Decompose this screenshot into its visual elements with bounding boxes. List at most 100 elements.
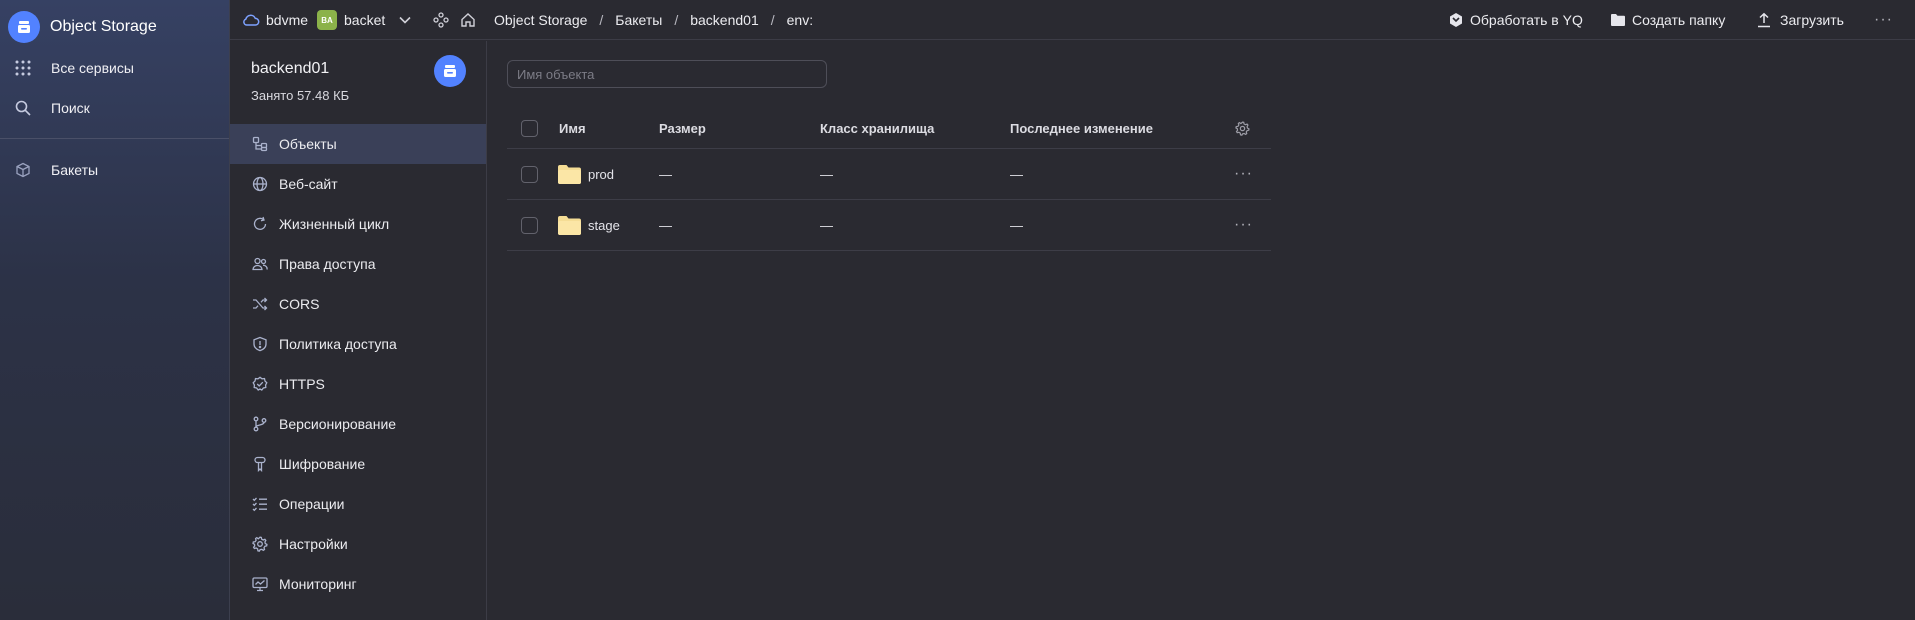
list-check-icon — [251, 495, 269, 513]
upload-icon — [1756, 12, 1772, 28]
cloud-icon — [242, 13, 260, 27]
folder-link[interactable]: stage — [558, 200, 620, 250]
breadcrumb-separator: / — [770, 12, 775, 28]
grid-icon — [14, 59, 32, 77]
folder-icon — [558, 164, 588, 184]
row-actions-button[interactable]: ··· — [1234, 200, 1253, 250]
menu-item-label: CORS — [279, 296, 320, 312]
column-header-size[interactable]: Размер — [659, 109, 706, 148]
branch-icon — [251, 415, 269, 433]
objects-icon — [251, 135, 269, 153]
folder-selector[interactable]: BA backet — [317, 0, 411, 40]
menu-item-operations[interactable]: Операции — [230, 484, 486, 524]
menu-item-label: Права доступа — [279, 256, 376, 272]
nav-divider — [0, 138, 229, 139]
menu-item-label: Настройки — [279, 536, 348, 552]
top-bar: bdvme BA backet Object Storage / Бакеты … — [230, 0, 1915, 40]
menu-item-website[interactable]: Веб-сайт — [230, 164, 486, 204]
column-header-name[interactable]: Имя — [559, 109, 586, 148]
breadcrumb-separator: / — [599, 12, 604, 28]
menu-item-label: Операции — [279, 496, 345, 512]
globe-icon — [251, 175, 269, 193]
menu-item-https[interactable]: HTTPS — [230, 364, 486, 404]
shuffle-icon — [251, 295, 269, 313]
nav-item-all-services[interactable]: Все сервисы — [0, 48, 229, 88]
column-header-storage-class[interactable]: Класс хранилища — [820, 109, 934, 148]
modified-cell: — — [1010, 217, 1023, 233]
row-checkbox[interactable] — [521, 165, 538, 183]
menu-item-cors[interactable]: CORS — [230, 284, 486, 324]
breadcrumb-item-buckets[interactable]: Бакеты — [615, 12, 662, 28]
resource-manager-button[interactable] — [433, 0, 449, 40]
home-icon — [460, 12, 476, 28]
menu-item-label: HTTPS — [279, 376, 325, 392]
menu-item-encryption[interactable]: Шифрование — [230, 444, 486, 484]
size-cell: — — [659, 217, 672, 233]
breadcrumb-item-bucket[interactable]: backend01 — [690, 12, 759, 28]
menu-item-lifecycle[interactable]: Жизненный цикл — [230, 204, 486, 244]
service-title: Object Storage — [50, 18, 157, 35]
more-actions-button[interactable]: ··· — [1874, 0, 1893, 40]
nav-item-buckets[interactable]: Бакеты — [0, 150, 229, 190]
breadcrumb-item-current: env: — [786, 12, 814, 28]
menu-item-label: Версионирование — [279, 416, 397, 432]
nav-item-label: Все сервисы — [51, 60, 134, 76]
bucket-used-space: Занято 57.48 КБ — [251, 88, 350, 103]
row-checkbox[interactable] — [521, 216, 538, 234]
nav-item-label: Поиск — [51, 100, 90, 116]
folder-badge: BA — [317, 10, 337, 30]
objects-content: Имя Размер Класс хранилища Последнее изм… — [487, 41, 1915, 620]
process-in-yq-button[interactable]: Обработать в YQ — [1448, 0, 1583, 40]
menu-item-settings[interactable]: Настройки — [230, 524, 486, 564]
storage-class-cell: — — [820, 166, 833, 182]
menu-item-versioning[interactable]: Версионирование — [230, 404, 486, 444]
objects-table: Имя Размер Класс хранилища Последнее изм… — [507, 109, 1271, 251]
folder-name: backet — [344, 12, 386, 28]
breadcrumb: Object Storage / Бакеты / backend01 / en… — [494, 0, 813, 40]
cloud-name: bdvme — [266, 12, 309, 28]
table-settings-button[interactable] — [1235, 109, 1250, 148]
bucket-sidebar: backend01 Занято 57.48 КБ Объекты Веб-са… — [230, 41, 487, 620]
select-all-checkbox[interactable] — [521, 120, 538, 137]
table-row[interactable]: stage — — — ··· — [507, 200, 1271, 251]
cube-icon — [14, 161, 32, 179]
folder-link[interactable]: prod — [558, 149, 614, 199]
column-header-modified[interactable]: Последнее изменение — [1010, 109, 1153, 148]
upload-button[interactable]: Загрузить — [1756, 0, 1844, 40]
breadcrumb-separator: / — [674, 12, 679, 28]
service-brand[interactable]: Object Storage — [8, 11, 157, 43]
yq-icon — [1448, 12, 1464, 28]
nav-item-search[interactable]: Поиск — [0, 88, 229, 128]
folder-icon — [1610, 13, 1626, 27]
process-in-yq-label: Обработать в YQ — [1470, 12, 1583, 28]
folder-icon — [558, 215, 588, 235]
lifecycle-icon — [251, 215, 269, 233]
table-header: Имя Размер Класс хранилища Последнее изм… — [507, 109, 1271, 149]
shield-icon — [251, 335, 269, 353]
create-folder-button[interactable]: Создать папку — [1610, 0, 1725, 40]
gear-icon — [251, 535, 269, 553]
menu-item-label: Мониторинг — [279, 576, 357, 592]
cloud-selector[interactable]: bdvme — [242, 0, 308, 40]
create-folder-label: Создать папку — [1632, 12, 1726, 28]
gear-icon — [1235, 121, 1250, 136]
folder-name: stage — [588, 217, 620, 233]
menu-item-access-policy[interactable]: Политика доступа — [230, 324, 486, 364]
breadcrumb-item-object-storage[interactable]: Object Storage — [494, 12, 587, 28]
modified-cell: — — [1010, 166, 1023, 182]
row-actions-button[interactable]: ··· — [1234, 149, 1253, 199]
search-icon — [14, 99, 32, 117]
menu-item-objects[interactable]: Объекты — [230, 124, 486, 164]
object-search-input[interactable] — [507, 60, 827, 88]
upload-label: Загрузить — [1780, 12, 1844, 28]
menu-item-access-rights[interactable]: Права доступа — [230, 244, 486, 284]
check-shield-icon — [251, 375, 269, 393]
users-icon — [251, 255, 269, 273]
table-row[interactable]: prod — — — ··· — [507, 149, 1271, 200]
menu-item-label: Шифрование — [279, 456, 366, 472]
bucket-icon — [434, 55, 466, 87]
folder-name: prod — [588, 166, 615, 182]
menu-item-monitoring[interactable]: Мониторинг — [230, 564, 486, 604]
home-button[interactable] — [460, 0, 476, 40]
menu-item-label: Жизненный цикл — [279, 216, 390, 232]
